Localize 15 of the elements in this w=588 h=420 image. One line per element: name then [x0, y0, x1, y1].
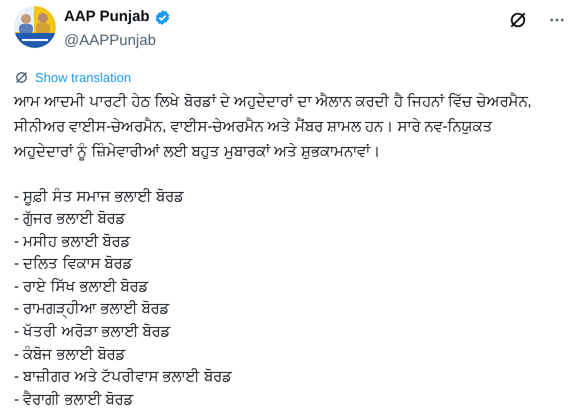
- board-list-item: - ਰਾਏ ਸਿੱਖ ਭਲਾਈ ਬੋਰਡ: [14, 276, 150, 297]
- tweet-text: ਆਮ ਆਦਮੀ ਪਾਰਟੀ ਹੇਠ ਲਿਖੇ ਬੋਰਡਾਂ ਦੇ ਅਹੁਦੇਦਾਰਾਂ ਦਾ ਐਲਾਨ ਕਰਦੀ ਹੈ ਜਿਹਨਾਂ ਵਿੱਚ ਚੇਅਰਮੈਨ, ਸੀਨੀਅਰ ਵਾਈਸ-ਚੇਅਰਮੈਨ, ਵਾਈਸ-ਚੇਅਰਮੈਨ ਅਤੇ ਮੈਂਬਰ ਸ਼ਾਮਲ ਹਨ। ਸਾਰੇ ਨਵ-ਨਿਯੁਕਤ ਅਹੁਦੇਦਾਰਾਂ ਨੂੰ ਜ਼ਿੰਮੇਵਾਰੀਆਂ ਲਈ ਬਹੁਤ ਮੁਬਾਰਕਾਂ ਅਤੇ ਸ਼ੁਭਕਾਮਨਾਵਾਂ।: [14, 92, 533, 162]
- board-list-item: - ਵੈਰਾਗੀ ਭਲਾਈ ਬੋਰਡ: [14, 390, 134, 410]
- board-list-item: - ਮਸੀਹ ਭਲਾਈ ਬੋਰਡ: [14, 232, 132, 252]
- board-list-item: - ਬਾਜ਼ੀਗਰ ਅਤੇ ਟੱਪਰੀਵਾਸ ਭਲਾਈ ਬੋਰਡ: [14, 367, 233, 388]
- author-name[interactable]: AAP Punjab: [64, 7, 150, 27]
- slashed-circle-icon[interactable]: [14, 70, 29, 86]
- author-handle[interactable]: @AAPPunjab: [64, 31, 171, 51]
- slashed-circle-icon[interactable]: [508, 10, 528, 30]
- board-list-item: - ਗੁੱਜਰ ਭਲਾਈ ਬੋਰਡ: [14, 209, 126, 230]
- board-list-item: - ਖੱਤਰੀ ਅਰੋੜਾ ਭਲਾਈ ਬੋਰਡ: [14, 322, 172, 342]
- board-list-item: - ਸੂਫ਼ੀ ਸੰਤ ਸਮਾਜ ਭਲਾਈ ਬੋਰਡ: [14, 186, 185, 208]
- board-list-item: - ਦਲਿਤ ਵਿਕਾਸ ਬੋਰਡ: [14, 254, 134, 274]
- board-list-item: - ਰਾਮਗੜ੍ਹੀਆ ਭਲਾਈ ਬੋਰਡ: [14, 299, 170, 320]
- board-list-item: - ਕੰਬੋਜ ਭਲਾਈ ਬੋਰਡ: [14, 344, 126, 365]
